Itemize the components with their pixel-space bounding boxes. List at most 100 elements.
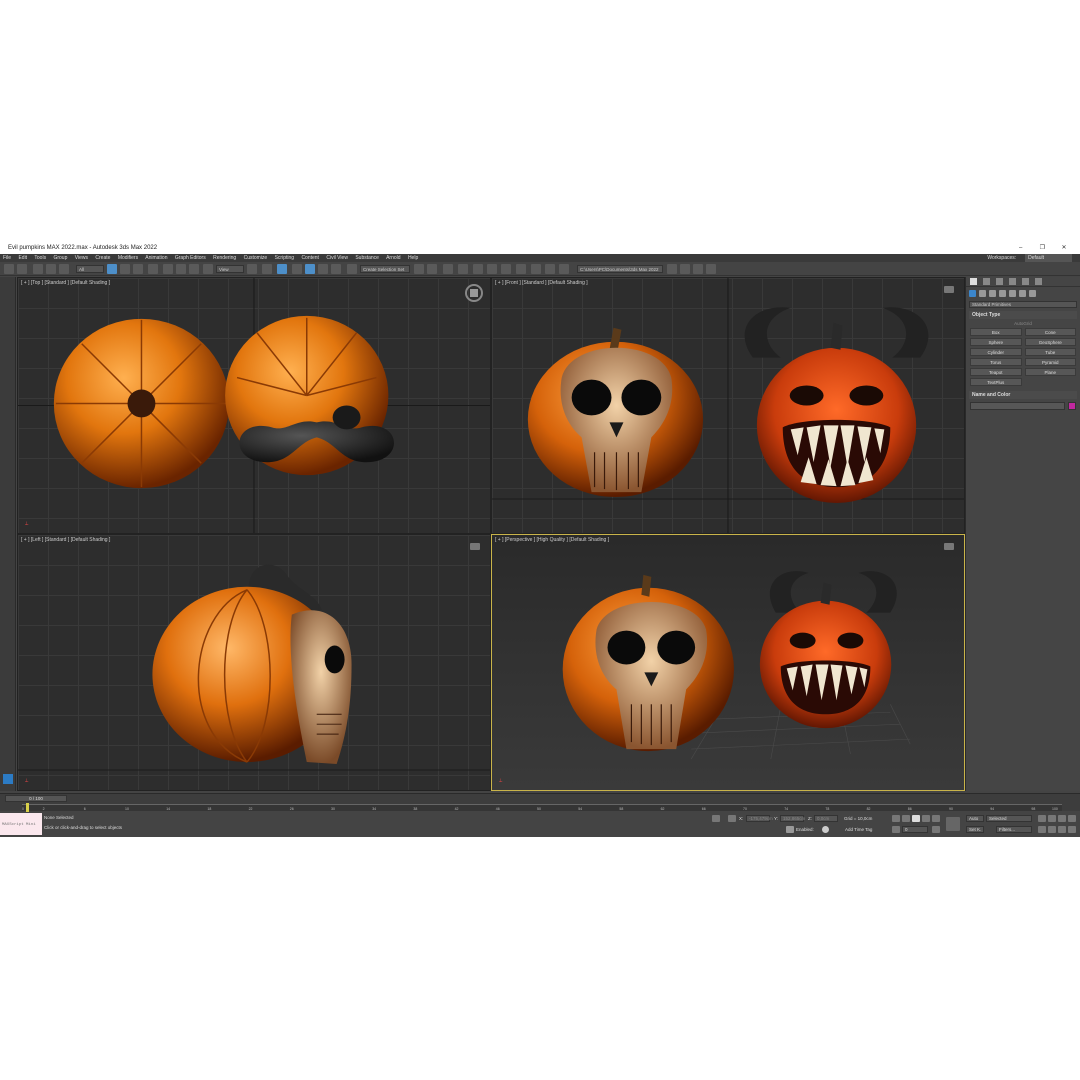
field-of-view-icon[interactable]	[1038, 826, 1046, 833]
named-selection-dropdown[interactable]: Create Selection Set	[360, 265, 410, 273]
viewport-camera-icon[interactable]	[470, 543, 480, 550]
menu-file[interactable]: File	[3, 255, 11, 261]
track-bar[interactable]: 0 2 6 10 14 18 22 26 30 34 38 42 46 50 54 58 62 66 70 74 78 8…	[22, 804, 1062, 811]
select-by-name-icon[interactable]	[120, 264, 130, 274]
link-icon[interactable]	[33, 264, 43, 274]
menu-animation[interactable]: Animation	[145, 255, 167, 261]
pivot-center-icon[interactable]	[247, 264, 257, 274]
teapot-button[interactable]: Teapot	[970, 368, 1022, 376]
textplus-button[interactable]: TextPlus	[970, 378, 1022, 386]
zoom-all-icon[interactable]	[1048, 815, 1056, 822]
time-configuration-icon[interactable]	[932, 826, 940, 833]
current-frame-field[interactable]: 0	[902, 826, 928, 833]
space-warps-icon[interactable]	[1019, 289, 1026, 297]
angle-snap-icon[interactable]	[305, 264, 315, 274]
orbit-icon[interactable]	[1058, 826, 1066, 833]
key-filters-button[interactable]: Filters...	[996, 826, 1032, 833]
menu-graph-editors[interactable]: Graph Editors	[175, 255, 206, 261]
menu-help[interactable]: Help	[408, 255, 418, 261]
menu-edit[interactable]: Edit	[18, 255, 27, 261]
z-coordinate-field[interactable]: 0,0cm	[814, 815, 838, 822]
menu-group[interactable]: Group	[53, 255, 67, 261]
viewport-perspective[interactable]: [ + ] [Perspective ] [High Quality ] [De…	[491, 534, 965, 791]
menu-tools[interactable]: Tools	[34, 255, 46, 261]
maxscript-listener[interactable]: MAXScript Mini	[0, 813, 42, 835]
place-icon[interactable]	[203, 264, 213, 274]
zoom-extents-all-icon[interactable]	[1068, 815, 1076, 822]
create-project-icon[interactable]	[693, 264, 703, 274]
viewport-camera-icon[interactable]	[944, 543, 954, 550]
zoom-icon[interactable]	[1038, 815, 1046, 822]
go-to-start-icon[interactable]	[892, 815, 900, 822]
viewport-label-front[interactable]: [ + ] [Front ] [Standard ] [Default Shad…	[495, 280, 588, 286]
open-project-icon[interactable]	[667, 264, 677, 274]
spinner-snap-icon[interactable]	[331, 264, 341, 274]
move-icon[interactable]	[163, 264, 173, 274]
autogrid-checkbox[interactable]: AutoGrid	[966, 319, 1080, 328]
viewport-front[interactable]: [ + ] [Front ] [Standard ] [Default Shad…	[491, 277, 965, 534]
utilities-tab-icon[interactable]	[1035, 278, 1042, 285]
align-icon[interactable]	[427, 264, 437, 274]
name-and-color-rollout[interactable]: Name and Color	[969, 391, 1077, 399]
menu-customize[interactable]: Customize	[244, 255, 268, 261]
percent-snap-icon[interactable]	[318, 264, 328, 274]
enabled-toggle[interactable]	[822, 826, 829, 833]
menu-substance[interactable]: Substance	[355, 255, 379, 261]
mirror-icon[interactable]	[414, 264, 424, 274]
redo-icon[interactable]	[17, 264, 27, 274]
menu-create[interactable]: Create	[95, 255, 110, 261]
object-name-field[interactable]	[970, 402, 1065, 410]
workspace-dropdown[interactable]: Default	[1025, 254, 1072, 262]
maximize-viewport-icon[interactable]	[1068, 826, 1076, 833]
rectangular-selection-icon[interactable]	[133, 264, 143, 274]
viewport-layouts-icon[interactable]	[3, 774, 13, 784]
project-folder-icon[interactable]	[680, 264, 690, 274]
selection-filter-dropdown[interactable]: All	[76, 265, 104, 273]
go-to-end-icon[interactable]	[932, 815, 940, 822]
cone-button[interactable]: Cone	[1024, 328, 1076, 336]
viewport-label-perspective[interactable]: [ + ] [Perspective ] [High Quality ] [De…	[495, 537, 609, 543]
menu-modifiers[interactable]: Modifiers	[118, 255, 138, 261]
play-icon[interactable]	[912, 815, 920, 822]
object-type-rollout[interactable]: Object Type	[969, 311, 1077, 319]
sphere-button[interactable]: Sphere	[970, 338, 1022, 346]
maximize-button[interactable]: ❐	[1032, 243, 1052, 254]
viewport-top[interactable]: [ + ] [Top ] [Standard ] [Default Shadin…	[17, 277, 491, 534]
shapes-icon[interactable]	[979, 289, 986, 297]
select-object-icon[interactable]	[107, 264, 117, 274]
edit-named-selection-icon[interactable]	[347, 264, 357, 274]
time-cursor[interactable]	[26, 803, 29, 812]
rendered-frame-window-icon[interactable]	[545, 264, 555, 274]
snaps-toggle-icon[interactable]	[292, 264, 302, 274]
geosphere-button[interactable]: GeoSphere	[1024, 338, 1076, 346]
viewport-label-left[interactable]: [ + ] [Left ] [Standard ] [Default Shadi…	[21, 537, 110, 543]
adaptive-degradation-icon[interactable]	[786, 826, 794, 833]
viewport-label-top[interactable]: [ + ] [Top ] [Standard ] [Default Shadin…	[21, 280, 110, 286]
auto-key-button[interactable]: Auto	[966, 815, 984, 822]
geometry-icon[interactable]	[969, 289, 976, 297]
toggle-ribbon-icon[interactable]	[473, 264, 483, 274]
reference-coordinate-dropdown[interactable]: View	[216, 265, 244, 273]
y-coordinate-field[interactable]: 152,865cm	[780, 815, 805, 822]
lights-icon[interactable]	[989, 289, 996, 297]
viewcube-icon[interactable]	[465, 284, 483, 302]
systems-icon[interactable]	[1029, 289, 1036, 297]
select-manipulate-icon[interactable]	[262, 264, 272, 274]
scene-explorer-icon[interactable]	[443, 264, 453, 274]
absolute-mode-icon[interactable]	[728, 815, 736, 822]
cylinder-button[interactable]: Cylinder	[970, 348, 1022, 356]
render-production-icon[interactable]	[559, 264, 569, 274]
helpers-icon[interactable]	[1009, 289, 1016, 297]
next-frame-icon[interactable]	[922, 815, 930, 822]
pan-view-icon[interactable]	[1048, 826, 1056, 833]
add-time-tag[interactable]: Add Time Tag	[845, 827, 872, 832]
menu-civil-view[interactable]: Civil View	[326, 255, 348, 261]
bind-space-warp-icon[interactable]	[59, 264, 69, 274]
menu-rendering[interactable]: Rendering	[213, 255, 236, 261]
create-tab-icon[interactable]	[970, 278, 977, 285]
viewport-left[interactable]: [ + ] [Left ] [Standard ] [Default Shadi…	[17, 534, 491, 791]
menu-content[interactable]: Content	[301, 255, 319, 261]
primitive-category-dropdown[interactable]: Standard Primitives	[969, 301, 1077, 308]
plane-button[interactable]: Plane	[1024, 368, 1076, 376]
display-tab-icon[interactable]	[1022, 278, 1029, 285]
